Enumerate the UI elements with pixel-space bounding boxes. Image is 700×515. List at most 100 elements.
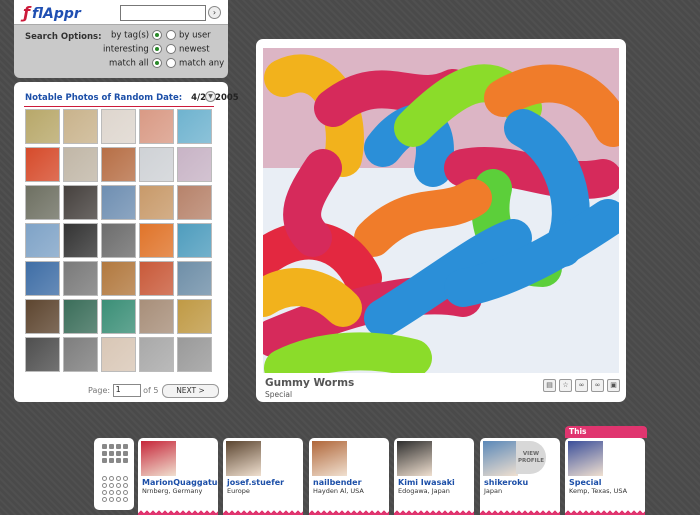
photo-thumbnail[interactable]: [25, 147, 60, 182]
photo-thumbnail[interactable]: [25, 299, 60, 334]
option-label: match all: [109, 58, 149, 69]
photo-thumbnail[interactable]: [101, 299, 136, 334]
photo-thumbnail[interactable]: [139, 261, 174, 296]
photo-thumbnail[interactable]: [63, 109, 98, 144]
grid-cell-icon: [116, 451, 121, 456]
flappr-logo[interactable]: ƒ flAppr: [23, 3, 81, 22]
next-button[interactable]: NEXT >: [162, 384, 219, 398]
gummy-worms-image: [263, 48, 619, 373]
avatar[interactable]: [397, 441, 432, 476]
card-zigzag-border: [138, 509, 218, 515]
page-label: Page:: [88, 386, 111, 395]
grid-dot-icon: [123, 483, 128, 488]
photo-thumbnail[interactable]: [177, 261, 212, 296]
grid-cell-icon: [109, 444, 114, 449]
photo-thumbnail[interactable]: [177, 337, 212, 372]
avatar[interactable]: [312, 441, 347, 476]
arrow-right-icon[interactable]: ›: [208, 6, 221, 19]
radio-icon[interactable]: [166, 30, 176, 40]
photographer-name[interactable]: shikeroku: [484, 478, 528, 487]
photo-thumbnail[interactable]: [139, 337, 174, 372]
grid-cell-icon: [116, 458, 121, 463]
avatar[interactable]: [483, 441, 518, 476]
photo-thumbnail[interactable]: [63, 261, 98, 296]
photo-thumbnail[interactable]: [101, 185, 136, 220]
avatar[interactable]: [568, 441, 603, 476]
link-icon[interactable]: ∞: [591, 379, 604, 392]
photo-thumbnail[interactable]: [139, 223, 174, 258]
page-icon[interactable]: ▤: [543, 379, 556, 392]
photo-thumbnail[interactable]: [63, 147, 98, 182]
photographer-card[interactable]: nailbender Hayden Al, USA: [309, 438, 389, 515]
photo-thumbnail[interactable]: [177, 223, 212, 258]
photo-thumbnail[interactable]: [25, 109, 60, 144]
photographer-card[interactable]: VIEW PROFILE shikeroku Japan: [480, 438, 560, 515]
photo-thumbnail[interactable]: [63, 185, 98, 220]
option-interesting[interactable]: interesting: [103, 44, 162, 55]
avatar[interactable]: [141, 441, 176, 476]
option-match-all[interactable]: match all: [109, 58, 162, 69]
photo-thumbnail[interactable]: [63, 299, 98, 334]
photo-thumbnail[interactable]: [101, 109, 136, 144]
main-photo[interactable]: [263, 48, 619, 373]
link-icon[interactable]: ∞: [575, 379, 588, 392]
photo-thumbnail[interactable]: [63, 337, 98, 372]
radio-icon[interactable]: [151, 44, 162, 54]
card-zigzag-border: [309, 509, 389, 515]
photo-thumbnail[interactable]: [139, 185, 174, 220]
radio-icon[interactable]: [166, 44, 176, 54]
collapse-icon[interactable]: ▼: [205, 91, 216, 102]
photographer-location: Japan: [484, 487, 503, 495]
photographer-name[interactable]: Special: [569, 478, 602, 487]
save-icon[interactable]: ▣: [607, 379, 620, 392]
option-match-any[interactable]: match any: [166, 58, 224, 69]
view-toggle[interactable]: [94, 438, 134, 510]
photographer-card[interactable]: Kimi Iwasaki Edogawa, Japan: [394, 438, 474, 515]
page-count: of 5: [143, 386, 159, 395]
photo-thumbnail[interactable]: [101, 147, 136, 182]
photographer-card[interactable]: MarionQuaggatugguNrnberg, Germany: [138, 438, 218, 515]
view-profile-button[interactable]: VIEW PROFILE: [516, 441, 546, 474]
photo-thumbnail[interactable]: [63, 223, 98, 258]
search-input[interactable]: [120, 5, 206, 21]
photographer-card[interactable]: Special Kemp, Texas, USA: [565, 438, 645, 515]
photographer-name[interactable]: josef.stuefer: [227, 478, 284, 487]
photographer-card[interactable]: josef.stuefer Europe: [223, 438, 303, 515]
grid-dot-icon: [109, 483, 114, 488]
photo-thumbnail[interactable]: [177, 109, 212, 144]
photographer-name[interactable]: Kimi Iwasaki: [398, 478, 455, 487]
grid-cell-icon: [102, 451, 107, 456]
photographer-name[interactable]: MarionQuaggatuggu: [142, 478, 218, 487]
photo-thumbnail[interactable]: [25, 337, 60, 372]
photo-thumbnail[interactable]: [25, 185, 60, 220]
radio-icon[interactable]: [151, 58, 162, 68]
avatar[interactable]: [226, 441, 261, 476]
photo-author[interactable]: Special: [265, 390, 292, 399]
grid-dot-icon: [116, 483, 121, 488]
photo-thumbnail[interactable]: [101, 261, 136, 296]
option-label: newest: [179, 44, 210, 55]
radio-icon[interactable]: [166, 58, 176, 68]
photo-thumbnail[interactable]: [139, 147, 174, 182]
option-by-tags[interactable]: by tag(s): [111, 30, 163, 41]
grid-cell-icon: [123, 451, 128, 456]
option-label: interesting: [103, 44, 149, 55]
option-by-user[interactable]: by user: [166, 30, 211, 41]
photo-thumbnail[interactable]: [25, 223, 60, 258]
grid-cell-icon: [109, 451, 114, 456]
photo-thumbnail[interactable]: [101, 337, 136, 372]
option-newest[interactable]: newest: [166, 44, 210, 55]
page-input[interactable]: 1: [112, 384, 141, 397]
photographer-name[interactable]: nailbender: [313, 478, 362, 487]
star-icon[interactable]: ☆: [559, 379, 572, 392]
radio-icon[interactable]: [152, 30, 163, 40]
photo-thumbnail[interactable]: [177, 147, 212, 182]
photo-thumbnail[interactable]: [177, 299, 212, 334]
photo-thumbnail[interactable]: [25, 261, 60, 296]
photo-thumbnail[interactable]: [101, 223, 136, 258]
grid-cell-icon: [109, 458, 114, 463]
photo-thumbnail[interactable]: [139, 109, 174, 144]
grid-cell-icon: [102, 458, 107, 463]
photo-thumbnail[interactable]: [177, 185, 212, 220]
photo-thumbnail[interactable]: [139, 299, 174, 334]
